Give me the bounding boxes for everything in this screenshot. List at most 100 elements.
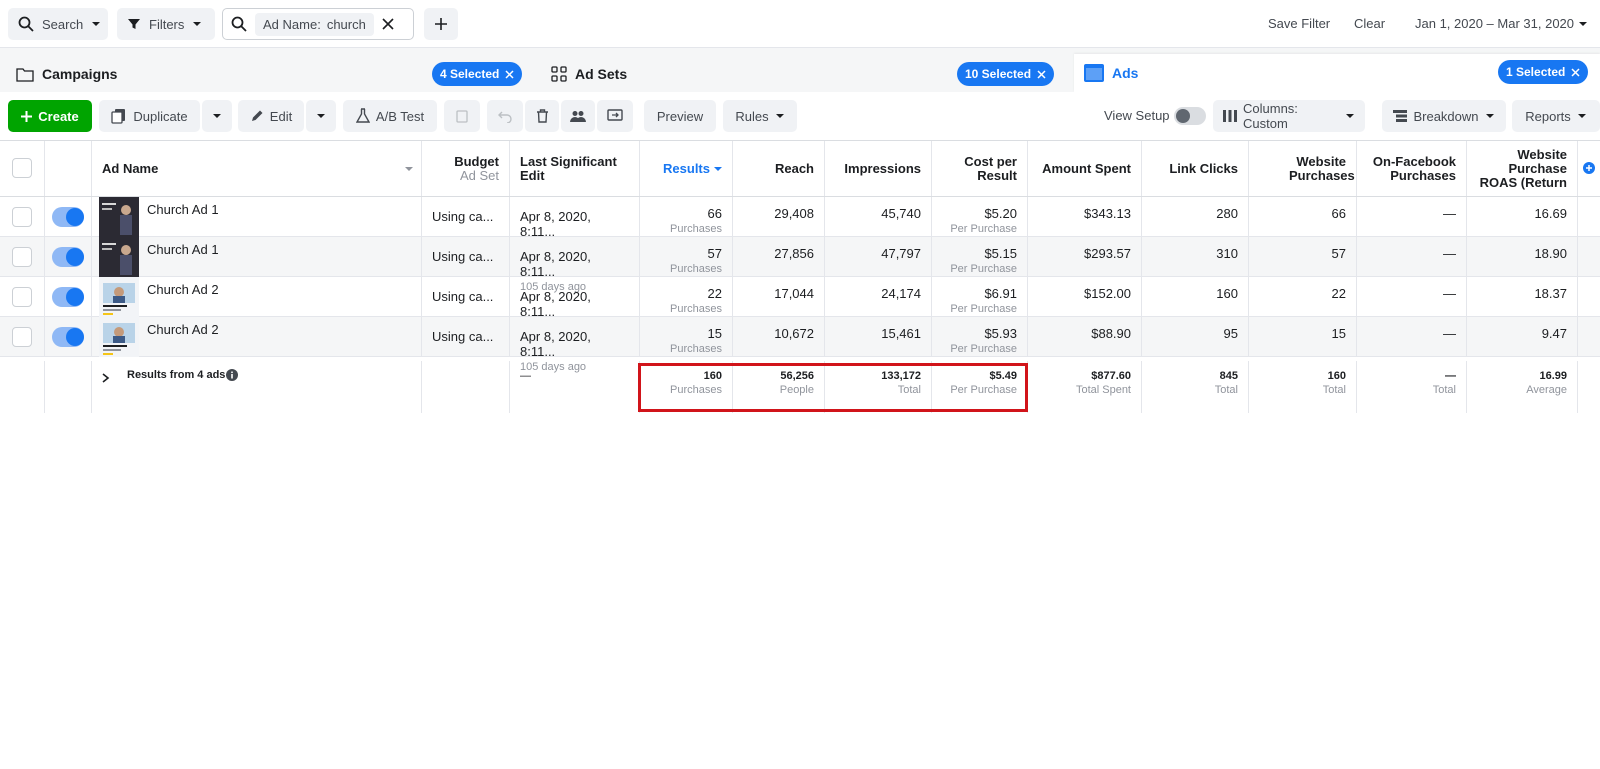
reports-dropdown[interactable]: Reports (1512, 100, 1600, 132)
table-row[interactable]: Church Ad 2 Using ca... Apr 8, 2020, 8:1… (0, 277, 1600, 333)
archive-button[interactable] (444, 100, 480, 132)
row-fbp-cell: — (1357, 317, 1467, 356)
totals-value: $877.60 (1091, 370, 1131, 382)
pencil-icon (250, 109, 264, 123)
ad-name-link[interactable]: Church Ad 1 (147, 202, 219, 217)
ad-thumbnail[interactable] (99, 277, 139, 317)
date-range-picker[interactable]: Jan 1, 2020 – Mar 31, 2020 (1415, 16, 1574, 31)
delete-button[interactable] (525, 100, 559, 132)
create-button[interactable]: Create (8, 100, 92, 132)
row-checkbox[interactable] (12, 207, 32, 227)
column-header-website-purchases[interactable]: Website Purchases (1249, 141, 1357, 196)
row-checkbox[interactable] (12, 327, 32, 347)
tab-campaigns[interactable]: Campaigns 4 Selected (6, 56, 528, 92)
ad-thumbnail[interactable] (99, 317, 139, 357)
view-setup-toggle[interactable] (1174, 107, 1206, 125)
ad-thumbnail[interactable] (99, 237, 139, 277)
duplicate-button[interactable]: Duplicate (99, 100, 200, 132)
website-purchases-value: 15 (1331, 326, 1346, 341)
export-button[interactable] (597, 100, 633, 132)
column-subtitle: Ad Set (459, 167, 499, 183)
row-toggle-cell (45, 197, 92, 236)
selected-badge[interactable]: 4 Selected (432, 62, 523, 86)
row-checkbox[interactable] (12, 247, 32, 267)
table-row[interactable]: Church Ad 1 Using ca... Apr 8, 2020, 8:1… (0, 197, 1600, 253)
ad-status-toggle[interactable] (52, 247, 84, 267)
column-header-ad-name[interactable]: Ad Name (92, 141, 422, 196)
spent-value: $152.00 (1084, 286, 1131, 301)
row-ad-name-cell: Church Ad 2 (92, 277, 422, 317)
ad-name-link[interactable]: Church Ad 2 (147, 322, 219, 337)
duplicate-dropdown[interactable] (202, 100, 232, 132)
row-impressions-cell: 24,174 (825, 277, 932, 316)
website-purchases-value: 22 (1331, 286, 1346, 301)
row-spent-cell: $293.57 (1028, 237, 1142, 276)
edit-dropdown[interactable] (306, 100, 336, 132)
ad-status-toggle[interactable] (52, 327, 84, 347)
sort-caret-icon[interactable] (405, 165, 413, 173)
tab-title: Campaigns (42, 66, 118, 82)
caret-down-icon[interactable] (1578, 19, 1588, 29)
selected-badge[interactable]: 10 Selected (957, 62, 1055, 86)
audience-button[interactable] (561, 100, 595, 132)
tab-ads[interactable]: Ads 1 Selected (1074, 54, 1600, 92)
close-icon[interactable] (382, 18, 394, 30)
info-icon[interactable] (226, 369, 238, 381)
results-value: 57 (707, 246, 722, 261)
column-header-roas[interactable]: Website Purchase ROAS (Return (1467, 141, 1578, 196)
column-header-results[interactable]: Results (640, 141, 733, 196)
column-title: Ad Name (102, 160, 159, 176)
ad-status-toggle[interactable] (52, 207, 84, 227)
selected-count: 10 Selected (965, 67, 1032, 81)
table-row[interactable]: Church Ad 2 Using ca... Apr 8, 2020, 8:1… (0, 317, 1600, 373)
select-all-checkbox[interactable] (12, 158, 32, 178)
rules-dropdown[interactable]: Rules (723, 100, 797, 132)
clipboard-icon (456, 109, 468, 123)
filters-dropdown[interactable]: Filters (117, 8, 215, 40)
close-icon[interactable] (1571, 67, 1580, 77)
ad-name-filter-chip[interactable]: Ad Name: church (255, 12, 374, 36)
row-cpr-cell: $6.91 Per Purchase (932, 277, 1028, 316)
close-icon[interactable] (1037, 69, 1046, 79)
filter-key: Ad Name: (263, 16, 321, 32)
save-filter-link[interactable]: Save Filter (1268, 16, 1330, 31)
column-header-impressions[interactable]: Impressions (825, 141, 932, 196)
ad-name-link[interactable]: Church Ad 1 (147, 242, 219, 257)
filter-search-field[interactable]: Ad Name: church (222, 8, 414, 40)
row-spent-cell: $152.00 (1028, 277, 1142, 316)
ad-thumbnail[interactable] (99, 197, 139, 237)
column-header-link-clicks[interactable]: Link Clicks (1142, 141, 1249, 196)
ab-test-button[interactable]: A/B Test (343, 100, 437, 132)
chevron-right-icon[interactable] (102, 373, 110, 383)
row-checkbox[interactable] (12, 287, 32, 307)
caret-down-icon (1577, 111, 1587, 121)
edit-button[interactable]: Edit (238, 100, 304, 132)
tab-ad-sets[interactable]: Ad Sets 10 Selected (541, 56, 1063, 92)
row-wp-cell: 15 (1249, 317, 1357, 356)
budget-value: Using ca... (432, 209, 494, 224)
breakdown-dropdown[interactable]: Breakdown (1382, 100, 1506, 132)
column-title: On-Facebook Purchases (1372, 153, 1456, 183)
table-row[interactable]: Church Ad 1 Using ca... Apr 8, 2020, 8:1… (0, 237, 1600, 293)
row-clicks-cell: 310 (1142, 237, 1249, 276)
close-icon[interactable] (505, 69, 514, 79)
column-header-fb-purchases[interactable]: On-Facebook Purchases (1357, 141, 1467, 196)
columns-dropdown[interactable]: Columns: Custom (1213, 100, 1365, 132)
column-header-amount-spent[interactable]: Amount Spent (1028, 141, 1142, 196)
ad-status-toggle[interactable] (52, 287, 84, 307)
search-dropdown[interactable]: Search (8, 8, 108, 40)
clear-link[interactable]: Clear (1354, 16, 1385, 31)
undo-button[interactable] (487, 100, 523, 132)
selected-badge[interactable]: 1 Selected (1498, 60, 1589, 84)
add-filter-button[interactable] (424, 8, 458, 40)
preview-button[interactable]: Preview (644, 100, 716, 132)
column-header-budget[interactable]: Budget Ad Set (422, 141, 510, 196)
totals-label-cell: Results from 4 ads (92, 361, 422, 413)
add-column-icon[interactable] (1583, 162, 1595, 174)
edit-label: Edit (269, 108, 293, 124)
roas-value: 18.37 (1534, 286, 1567, 301)
column-header-last-edit[interactable]: Last Significant Edit (510, 141, 640, 196)
column-header-reach[interactable]: Reach (733, 141, 825, 196)
column-header-cost-per-result[interactable]: Cost per Result (932, 141, 1028, 196)
ad-name-link[interactable]: Church Ad 2 (147, 282, 219, 297)
